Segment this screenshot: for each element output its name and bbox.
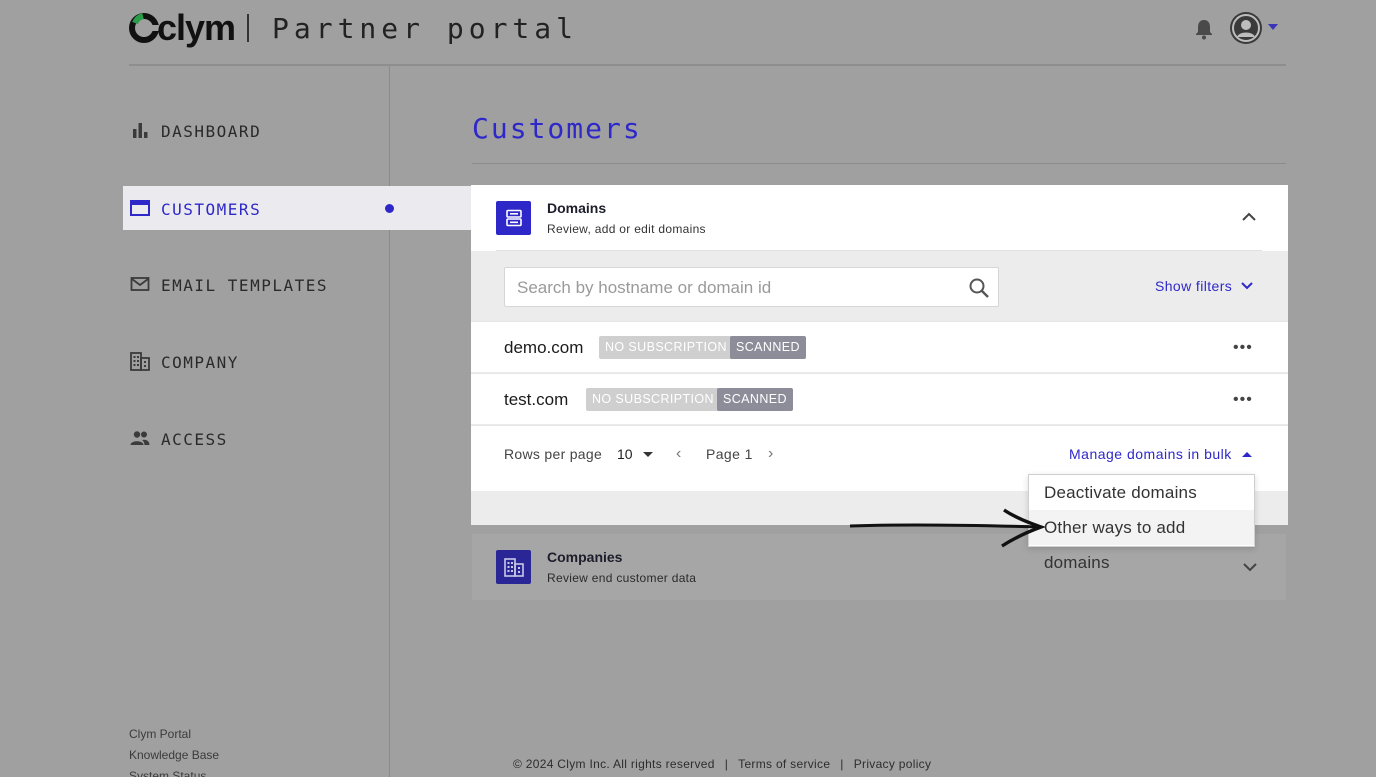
bulk-actions-menu: Deactivate domains Other ways to add dom… — [1028, 474, 1255, 572]
sidebar-item-label: CUSTOMERS — [161, 200, 262, 219]
person-icon — [1232, 14, 1260, 42]
portal-title: Partner portal — [272, 12, 579, 45]
caret-up-icon — [1241, 451, 1252, 457]
chevron-up-icon[interactable] — [1241, 211, 1257, 223]
menu-item-other-ways-to-add-domains[interactable]: Other ways to add domains — [1029, 510, 1254, 572]
manage-bulk-label: Manage domains in bulk — [1069, 446, 1232, 462]
logo-text: clym — [157, 7, 236, 48]
show-filters-button[interactable]: Show filters — [1155, 278, 1254, 294]
bar-chart-icon — [133, 123, 148, 138]
mail-icon — [130, 277, 150, 291]
sidebar-item-customers[interactable]: CUSTOMERS — [123, 186, 394, 230]
sidebar-item-email-templates[interactable]: EMAIL TEMPLATES — [123, 262, 390, 306]
chevron-down-icon — [1241, 282, 1253, 290]
clym-logo[interactable]: clym — [129, 7, 236, 48]
active-indicator-dot — [385, 204, 394, 213]
companies-icon-box — [496, 550, 531, 584]
more-options-icon[interactable]: ••• — [1233, 391, 1253, 409]
domains-card-subtitle: Review, add or edit domains — [547, 222, 706, 236]
active-nav-highlight — [390, 186, 472, 230]
no-subscription-badge: NO SUBSCRIPTION — [586, 388, 720, 411]
title-divider — [472, 163, 1286, 164]
card-header-divider — [496, 250, 1262, 251]
people-icon — [130, 431, 150, 445]
sidebar-item-label: COMPANY — [161, 353, 239, 372]
domain-name[interactable]: demo.com — [504, 338, 583, 358]
copyright-text: © 2024 Clym Inc. All rights reserved — [513, 757, 715, 771]
annotation-arrow-icon — [849, 508, 1046, 548]
terms-of-service-link[interactable]: Terms of service — [738, 757, 830, 771]
domain-name[interactable]: test.com — [504, 390, 568, 410]
sidebar-item-label: EMAIL TEMPLATES — [161, 276, 328, 295]
caret-down-icon — [642, 451, 653, 457]
domains-card-header[interactable]: Domains Review, add or edit domains — [471, 185, 1288, 251]
top-header: clym Partner portal — [0, 0, 1376, 66]
domain-row[interactable]: test.com NO SUBSCRIPTION SCANNED ••• — [471, 373, 1288, 424]
sidebar-item-access[interactable]: ACCESS — [123, 416, 390, 460]
chevron-left-icon[interactable]: ‹ — [676, 445, 681, 463]
page-indicator: Page 1 — [706, 446, 753, 462]
search-icon[interactable] — [968, 277, 990, 299]
sidebar-item-label: DASHBOARD — [161, 122, 262, 141]
domain-search-box[interactable] — [504, 267, 999, 307]
user-avatar[interactable] — [1230, 12, 1262, 44]
avatar-chevron-down-icon[interactable] — [1268, 24, 1278, 30]
more-options-icon[interactable]: ••• — [1233, 339, 1253, 357]
scanned-badge: SCANNED — [717, 388, 793, 411]
folder-window-icon — [130, 200, 150, 216]
building-icon — [130, 352, 150, 371]
footer-separator: | — [840, 757, 844, 771]
companies-card-title: Companies — [547, 549, 623, 565]
system-status-link[interactable]: System Status — [129, 766, 219, 777]
show-filters-label: Show filters — [1155, 278, 1233, 294]
menu-item-deactivate-domains[interactable]: Deactivate domains — [1029, 475, 1254, 510]
sidebar-footer-links: Clym Portal Knowledge Base System Status — [129, 724, 219, 777]
clym-portal-link[interactable]: Clym Portal — [129, 724, 219, 745]
header-divider — [129, 64, 1286, 66]
page-footer: © 2024 Clym Inc. All rights reserved | T… — [513, 757, 931, 771]
chevron-right-icon[interactable]: › — [768, 445, 773, 463]
building-icon — [503, 558, 524, 577]
domain-search-input[interactable] — [517, 278, 957, 298]
privacy-policy-link[interactable]: Privacy policy — [854, 757, 932, 771]
clym-logo-icon — [129, 13, 159, 43]
chevron-down-icon[interactable] — [1242, 561, 1258, 573]
companies-card-subtitle: Review end customer data — [547, 571, 697, 585]
rows-per-page-value: 10 — [617, 446, 633, 462]
domains-card-title: Domains — [547, 200, 607, 216]
domain-row[interactable]: demo.com NO SUBSCRIPTION SCANNED ••• — [471, 321, 1288, 372]
manage-domains-bulk-button[interactable]: Manage domains in bulk — [1069, 446, 1252, 462]
sidebar-item-dashboard[interactable]: DASHBOARD — [123, 108, 390, 152]
domains-icon-box — [496, 201, 531, 235]
no-subscription-badge: NO SUBSCRIPTION — [599, 336, 733, 359]
scanned-badge: SCANNED — [730, 336, 806, 359]
logo-separator — [247, 14, 249, 42]
footer-separator: | — [724, 757, 729, 771]
page-title: Customers — [472, 112, 642, 145]
rows-per-page-label: Rows per page — [504, 446, 603, 462]
rows-per-page-select[interactable]: 10 — [617, 446, 653, 462]
sidebar-item-company[interactable]: COMPANY — [123, 339, 390, 383]
server-icon — [505, 209, 522, 227]
sidebar-item-label: ACCESS — [161, 430, 228, 449]
knowledge-base-link[interactable]: Knowledge Base — [129, 745, 219, 766]
bell-icon[interactable] — [1194, 18, 1214, 40]
